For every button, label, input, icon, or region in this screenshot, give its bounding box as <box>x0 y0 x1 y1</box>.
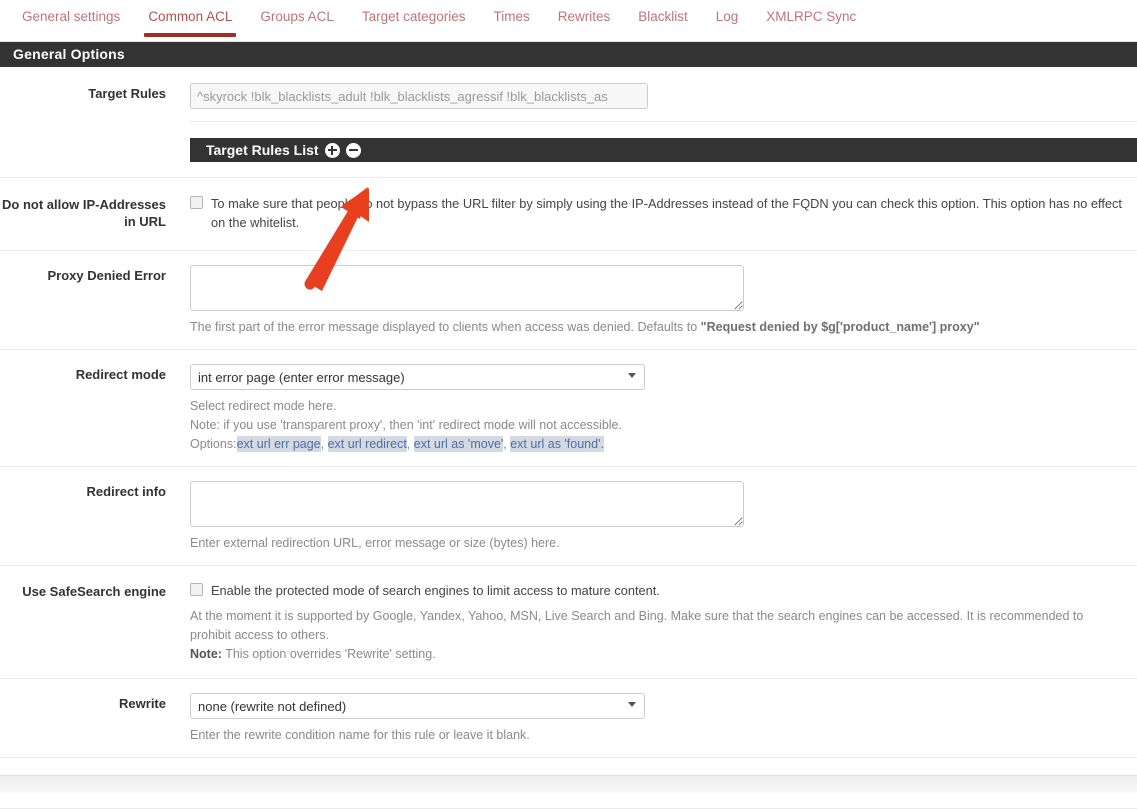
subheader-spacer <box>0 122 1137 138</box>
rewrite-select-wrap: none (rewrite not defined) <box>190 693 645 719</box>
redirect-mode-hint-options: Options:ext url err page, ext url redire… <box>190 435 1123 454</box>
safesearch-note-text: This option overrides 'Rewrite' setting. <box>221 647 436 661</box>
safesearch-note: Note: This option overrides 'Rewrite' se… <box>190 645 1123 664</box>
main-tab-bar: General settings Common ACL Groups ACL T… <box>0 0 1137 42</box>
safesearch-hint: At the moment it is supported by Google,… <box>190 609 1084 642</box>
redirect-mode-hint: Select redirect mode here. Note: if you … <box>190 397 1123 454</box>
deny-ip-description: To make sure that people do not bypass t… <box>211 196 1122 230</box>
rewrite-hint: Enter the rewrite condition name for thi… <box>190 728 530 742</box>
general-options-section-header: General Options <box>0 42 1137 67</box>
tab-times[interactable]: Times <box>479 0 543 41</box>
redirect-mode-option-link-4[interactable]: ext url as 'found'. <box>510 436 604 452</box>
tab-rewrites[interactable]: Rewrites <box>544 0 625 41</box>
rewrite-select[interactable]: none (rewrite not defined) <box>190 693 645 719</box>
proxy-denied-error-hint-prefix: The first part of the error message disp… <box>190 320 701 334</box>
tab-log[interactable]: Log <box>702 0 753 41</box>
proxy-denied-error-label: Proxy Denied Error <box>47 268 167 283</box>
redirect-mode-row: Redirect mode int error page (enter erro… <box>0 350 1137 467</box>
safesearch-checkbox-text: Enable the protected mode of search engi… <box>211 583 660 598</box>
proxy-denied-error-row: Proxy Denied Error The first part of the… <box>0 251 1137 350</box>
subheader-bottom-spacer <box>0 162 1137 178</box>
tab-common-acl[interactable]: Common ACL <box>134 0 246 41</box>
redirect-mode-select-wrap: int error page (enter error message) <box>190 364 645 390</box>
opt-sep-1: , <box>320 437 328 451</box>
proxy-denied-error-default-value: "Request denied by $g['product_name'] pr… <box>700 320 980 334</box>
footer-bar <box>0 775 1137 793</box>
tab-xmlrpc-sync[interactable]: XMLRPC Sync <box>752 0 870 41</box>
redirect-info-row: Redirect info Enter external redirection… <box>0 467 1137 566</box>
tab-general-settings[interactable]: General settings <box>8 0 134 41</box>
tab-groups-acl[interactable]: Groups ACL <box>246 0 348 41</box>
redirect-mode-select[interactable]: int error page (enter error message) <box>190 364 645 390</box>
tab-blacklist[interactable]: Blacklist <box>624 0 702 41</box>
plus-circle-icon[interactable] <box>324 142 340 158</box>
target-rules-row: Target Rules <box>0 67 1137 121</box>
rewrite-label: Rewrite <box>119 696 166 711</box>
safesearch-label: Use SafeSearch engine <box>22 584 166 599</box>
safesearch-note-label: Note: <box>190 647 222 661</box>
redirect-mode-option-link-1[interactable]: ext url err page <box>236 436 321 452</box>
redirect-mode-label: Redirect mode <box>75 367 166 382</box>
redirect-info-hint: Enter external redirection URL, error me… <box>190 536 560 550</box>
redirect-mode-hint-line1: Select redirect mode here. <box>190 399 337 413</box>
redirect-mode-hint-line2: Note: if you use 'transparent proxy', th… <box>190 418 622 432</box>
target-rules-list-header: Target Rules List <box>190 138 1137 162</box>
redirect-mode-options-prefix: Options: <box>190 437 237 451</box>
minus-circle-icon[interactable] <box>345 142 361 158</box>
opt-sep-2: , <box>406 437 414 451</box>
safesearch-row: Use SafeSearch engine Enable the protect… <box>0 566 1137 679</box>
proxy-denied-error-hint: The first part of the error message disp… <box>190 318 1123 337</box>
safesearch-checkbox[interactable] <box>190 583 203 596</box>
deny-ip-label: Do not allow IP-Addresses in URL <box>2 197 166 229</box>
tab-target-categories[interactable]: Target categories <box>348 0 480 41</box>
redirect-mode-option-link-2[interactable]: ext url redirect <box>327 436 407 452</box>
redirect-info-textarea[interactable] <box>190 481 744 527</box>
rewrite-row: Rewrite none (rewrite not defined) Enter… <box>0 679 1137 758</box>
target-rules-input[interactable] <box>190 83 648 109</box>
deny-ip-checkbox[interactable] <box>190 196 203 209</box>
redirect-info-label: Redirect info <box>86 484 166 499</box>
deny-ip-row: Do not allow IP-Addresses in URL To make… <box>0 178 1137 251</box>
redirect-mode-option-link-3[interactable]: ext url as 'move' <box>413 436 504 452</box>
target-rules-label: Target Rules <box>88 86 166 101</box>
proxy-denied-error-textarea[interactable] <box>190 265 744 311</box>
target-rules-list-title: Target Rules List <box>206 142 319 158</box>
